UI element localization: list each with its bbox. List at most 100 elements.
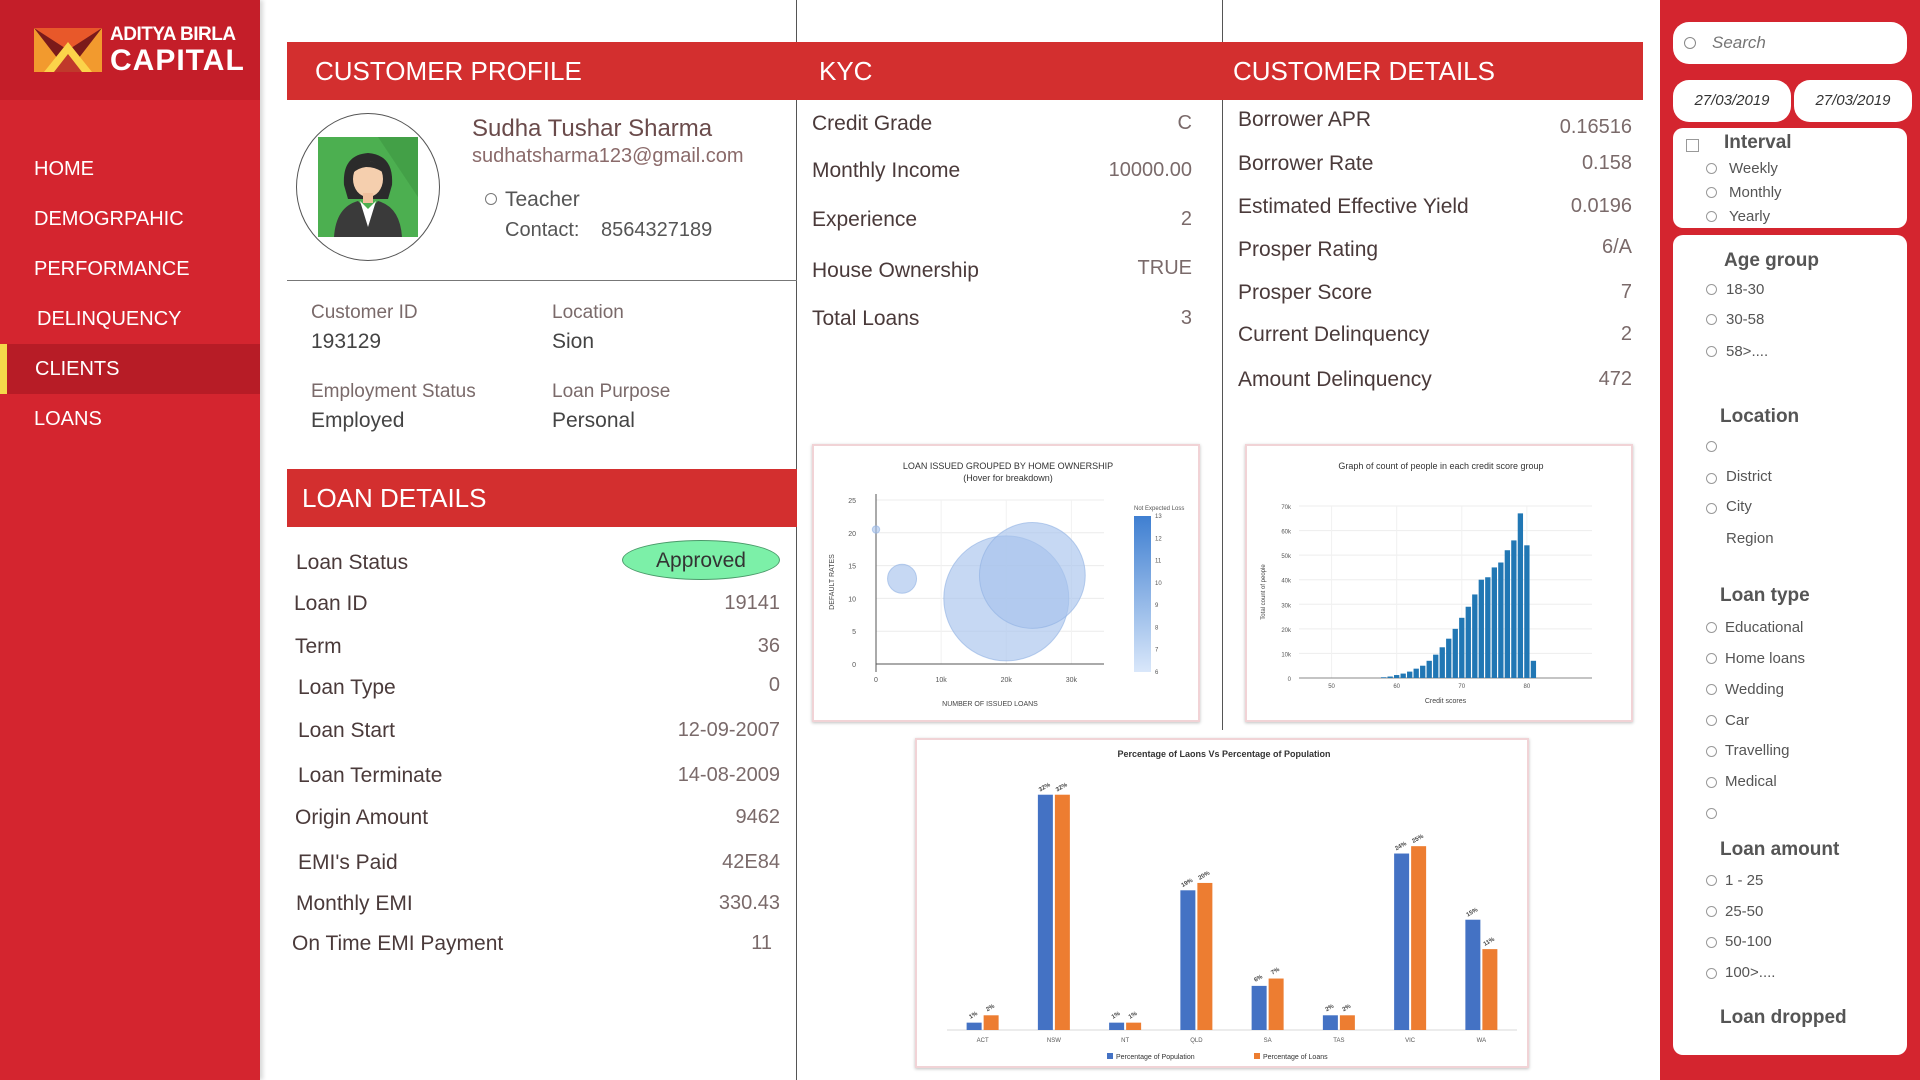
interval-title: Interval: [1724, 132, 1792, 153]
radio-icon[interactable]: [1706, 777, 1717, 788]
radio-icon[interactable]: [1706, 875, 1717, 886]
date-from-input[interactable]: 27/03/2019: [1673, 80, 1791, 122]
home-ownership-bubble-chart[interactable]: LOAN ISSUED GROUPED BY HOME OWNERSHIP (Ho…: [812, 444, 1200, 722]
loan-type-option[interactable]: Medical: [1725, 773, 1777, 790]
category-label: WA: [1477, 1038, 1486, 1044]
interval-option[interactable]: Yearly: [1729, 208, 1770, 225]
category-label: QLD: [1190, 1038, 1203, 1044]
colorbar-tick-label: 10: [1155, 581, 1162, 587]
grouped-bar-svg[interactable]: Percentage of Laons Vs Percentage of Pop…: [917, 740, 1529, 1068]
loan-purpose-label: Loan Purpose: [552, 381, 671, 402]
nav-item-clients[interactable]: CLIENTS: [0, 344, 260, 394]
loan-type-option[interactable]: Educational: [1725, 619, 1803, 636]
location-option[interactable]: Region: [1726, 530, 1774, 547]
customer-id-label: Customer ID: [311, 302, 418, 323]
location-option[interactable]: District: [1726, 468, 1772, 485]
radio-icon[interactable]: [1706, 284, 1717, 295]
age-group-option[interactable]: 58>....: [1726, 343, 1768, 360]
radio-icon[interactable]: [1706, 653, 1717, 664]
customer-detail-value: 472: [1598, 368, 1632, 390]
date-to-input[interactable]: 27/03/2019: [1794, 80, 1912, 122]
customer-detail-value: 0.0196: [1570, 195, 1632, 217]
nav-item-performance[interactable]: PERFORMANCE: [0, 244, 260, 294]
histogram-bar: [1413, 668, 1419, 678]
loan-amount-option[interactable]: 50-100: [1725, 933, 1772, 950]
bar: [1126, 1022, 1142, 1030]
y-axis-label: DEFAULT RATES: [829, 554, 836, 610]
customer-details-header: CUSTOMER DETAILS: [1223, 42, 1643, 100]
credit-score-histogram[interactable]: Graph of count of people in each credit …: [1245, 444, 1633, 722]
nav-item-demographic[interactable]: DEMOGRPAHIC: [0, 194, 260, 244]
radio-icon[interactable]: [1706, 968, 1717, 979]
radio-icon[interactable]: [1706, 937, 1717, 948]
bar: [1482, 949, 1498, 1030]
loan-amount-option[interactable]: 25-50: [1725, 903, 1763, 920]
customer-email[interactable]: sudhatsharma123@gmail.com: [472, 145, 744, 168]
kyc-value: C: [1177, 112, 1192, 134]
colorbar-tick-label: 9: [1155, 603, 1159, 609]
loan-detail-value: 0: [768, 674, 780, 696]
interval-checkbox[interactable]: [1686, 139, 1699, 152]
nav-item-home[interactable]: HOME: [0, 144, 260, 194]
bar: [966, 1022, 982, 1030]
location-option[interactable]: City: [1726, 498, 1752, 515]
loan-type-option[interactable]: Car: [1725, 712, 1749, 729]
y-tick-label: 30k: [1281, 603, 1292, 609]
bubble-chart-svg[interactable]: LOAN ISSUED GROUPED BY HOME OWNERSHIP (Ho…: [814, 446, 1200, 722]
age-group-option[interactable]: 18-30: [1726, 281, 1764, 298]
radio-icon[interactable]: [1706, 211, 1717, 222]
radio-icon[interactable]: [1706, 441, 1717, 452]
kyc-label: Credit Grade: [812, 112, 933, 135]
kyc-label: Total Loans: [812, 307, 920, 330]
x-axis-label: Credit scores: [1425, 698, 1467, 705]
nav-item-loans[interactable]: LOANS: [0, 394, 260, 444]
radio-icon[interactable]: [1706, 473, 1717, 484]
radio-icon[interactable]: [1706, 684, 1717, 695]
radio-icon[interactable]: [1706, 503, 1717, 514]
y-tick-label: 50k: [1281, 554, 1292, 560]
age-group-option[interactable]: 30-58: [1726, 311, 1764, 328]
loan-amount-option[interactable]: 1 - 25: [1725, 872, 1763, 889]
radio-icon[interactable]: [1706, 808, 1717, 819]
loan-detail-value: 12-09-2007: [677, 719, 780, 741]
legend-label: Percentage of Loans: [1263, 1054, 1328, 1061]
interval-option[interactable]: Monthly: [1729, 184, 1782, 201]
y-tick-label: 70k: [1281, 505, 1292, 511]
radio-icon[interactable]: [1706, 163, 1717, 174]
brand-line2: CAPITAL: [110, 44, 245, 77]
loan-detail-value: 14-08-2009: [677, 764, 780, 786]
search-input[interactable]: [1712, 28, 1892, 58]
y-tick-label: 60k: [1281, 530, 1292, 536]
radio-icon[interactable]: [1706, 346, 1717, 357]
radio-icon[interactable]: [1706, 314, 1717, 325]
nav-item-delinquency[interactable]: DELINQUENCY: [0, 294, 260, 344]
loans-vs-population-chart[interactable]: Percentage of Laons Vs Percentage of Pop…: [915, 738, 1529, 1068]
brand-logo[interactable]: ADITYA BIRLA CAPITAL: [0, 0, 260, 100]
loan-type-option[interactable]: Home loans: [1725, 650, 1805, 667]
customer-detail-label: Amount Delinquency: [1238, 368, 1432, 391]
radio-icon[interactable]: [1706, 746, 1717, 757]
radio-icon[interactable]: [1706, 622, 1717, 633]
radio-icon[interactable]: [1706, 715, 1717, 726]
bar: [1109, 1022, 1125, 1030]
loan-detail-label: Term: [295, 635, 342, 658]
data-label: 6%: [1253, 974, 1264, 984]
colorbar-tick-label: 13: [1155, 514, 1162, 520]
loan-amount-option[interactable]: 100>....: [1725, 964, 1775, 981]
legend-swatch: [1254, 1053, 1260, 1059]
loan-type-option[interactable]: Wedding: [1725, 681, 1784, 698]
radio-icon[interactable]: [1706, 906, 1717, 917]
customer-detail-value: 2: [1620, 323, 1632, 345]
histogram-bar: [1530, 660, 1537, 678]
histogram-bar: [1504, 550, 1511, 678]
chart-title: LOAN ISSUED GROUPED BY HOME OWNERSHIP: [903, 461, 1113, 471]
loan-detail-value: 19141: [724, 592, 780, 614]
loan-detail-label: Loan Type: [298, 676, 396, 699]
radio-icon[interactable]: [1706, 187, 1717, 198]
category-label: ACT: [977, 1038, 989, 1044]
bar: [1037, 794, 1053, 1030]
loan-type-option[interactable]: Travelling: [1725, 742, 1789, 759]
histogram-svg[interactable]: Graph of count of people in each credit …: [1247, 446, 1633, 722]
interval-option[interactable]: Weekly: [1729, 160, 1778, 177]
bar: [1197, 882, 1213, 1030]
